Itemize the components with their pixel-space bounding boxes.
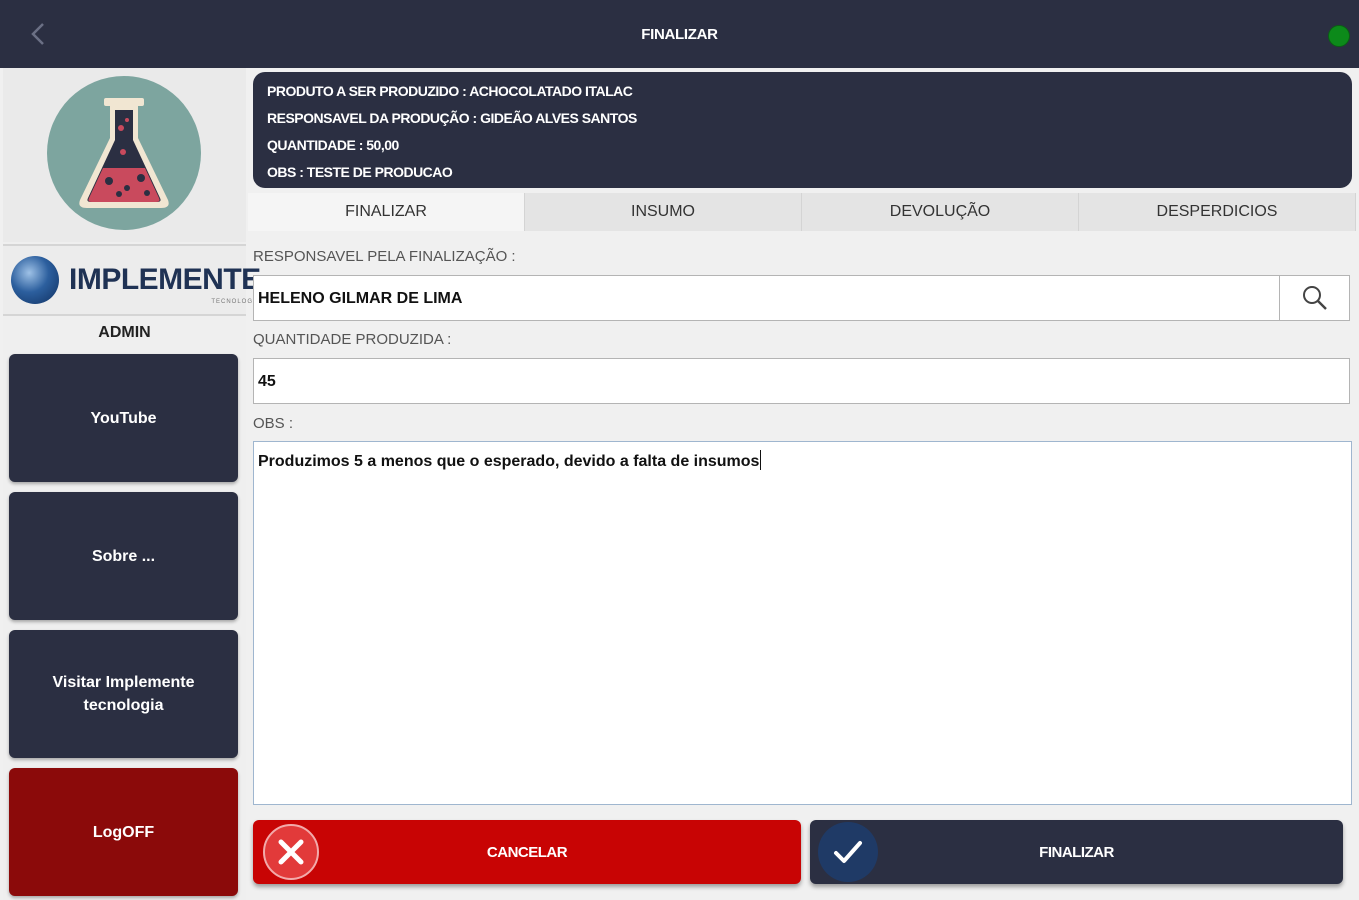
brand-text: IMPLEMENTE	[69, 263, 261, 296]
quantity-label: QUANTIDADE PRODUZIDA :	[253, 331, 452, 348]
quantity-value: 45	[258, 373, 276, 390]
production-info-panel: PRODUTO A SER PRODUZIDO : ACHOCOLATADO I…	[253, 72, 1352, 188]
close-icon	[263, 824, 319, 880]
tab-finalizar[interactable]: FINALIZAR	[248, 193, 525, 231]
obs-textarea[interactable]: Produzimos 5 a menos que o esperado, dev…	[253, 441, 1352, 805]
obs-info: OBS : TESTE DE PRODUCAO	[267, 164, 453, 180]
globe-icon	[11, 256, 59, 304]
product-info: PRODUTO A SER PRODUZIDO : ACHOCOLATADO I…	[267, 83, 633, 99]
status-indicator	[1328, 25, 1350, 47]
responsible-info: RESPONSAVEL DA PRODUÇÃO : GIDEÃO ALVES S…	[267, 110, 637, 126]
tab-bar: FINALIZAR INSUMO DEVOLUÇÃO DESPERDICIOS	[248, 193, 1356, 231]
finish-label: FINALIZAR	[1039, 843, 1114, 861]
quantity-field[interactable]: 45	[253, 358, 1350, 404]
obs-label: OBS :	[253, 415, 294, 432]
tab-insumo[interactable]: INSUMO	[525, 193, 802, 231]
finish-button[interactable]: FINALIZAR	[810, 820, 1343, 884]
page-title: FINALIZAR	[641, 26, 718, 43]
youtube-button[interactable]: YouTube	[9, 354, 238, 482]
obs-value: Produzimos 5 a menos que o esperado, dev…	[258, 453, 760, 470]
tab-desperdicios[interactable]: DESPERDICIOS	[1079, 193, 1356, 231]
user-label: ADMIN	[98, 324, 151, 341]
visit-website-button[interactable]: Visitar Implemente tecnologia	[9, 630, 238, 758]
text-caret	[760, 450, 762, 470]
top-bar: FINALIZAR	[0, 0, 1359, 68]
flask-icon	[47, 76, 201, 230]
brand-name: IMPLEMENTE TECNOLOGIA	[69, 263, 261, 305]
brand-logo: IMPLEMENTE TECNOLOGIA	[3, 244, 261, 316]
cancel-button[interactable]: CANCELAR	[253, 820, 801, 884]
search-icon	[1302, 286, 1327, 310]
cancel-label: CANCELAR	[486, 843, 568, 861]
logoff-button[interactable]: LogOFF	[9, 768, 238, 896]
responsible-label: RESPONSAVEL PELA FINALIZAÇÃO :	[253, 248, 516, 265]
app-logo	[3, 68, 246, 242]
search-button[interactable]	[1279, 276, 1349, 320]
check-icon	[818, 822, 878, 882]
tab-devolucao[interactable]: DEVOLUÇÃO	[802, 193, 1079, 231]
quantity-info: QUANTIDADE : 50,00	[267, 137, 399, 153]
sidebar: IMPLEMENTE TECNOLOGIA ADMIN YouTube Sobr…	[3, 68, 261, 900]
responsible-value: HELENO GILMAR DE LIMA	[258, 290, 463, 307]
responsible-field[interactable]: HELENO GILMAR DE LIMA	[253, 275, 1350, 321]
about-button[interactable]: Sobre ...	[9, 492, 238, 620]
